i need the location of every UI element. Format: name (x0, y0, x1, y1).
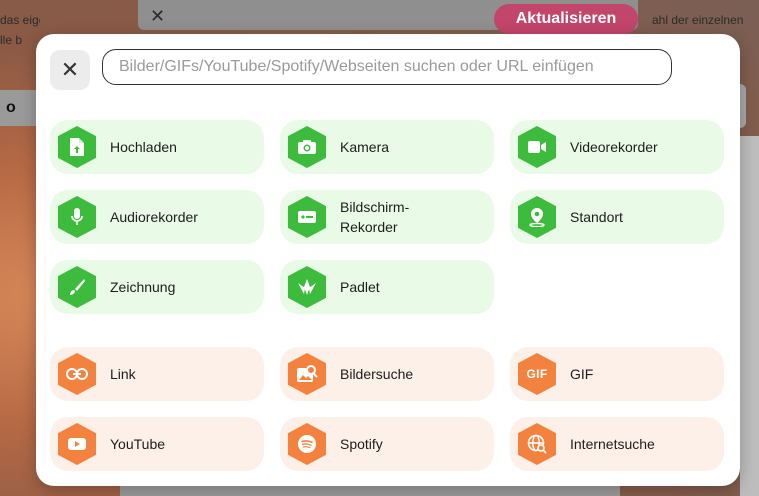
video-camera-icon (518, 126, 556, 168)
option-label: Audiorekorder (110, 209, 198, 225)
option-label: Link (110, 366, 136, 382)
option-label: YouTube (110, 436, 166, 452)
option-spotify[interactable]: Spotify (280, 417, 494, 471)
option-label: Bildschirm- Rekorder (340, 199, 410, 235)
option-image-search[interactable]: Bildersuche (280, 347, 494, 401)
option-upload[interactable]: Hochladen (50, 120, 264, 174)
option-gif[interactable]: GIF GIF (510, 347, 724, 401)
microphone-icon (58, 196, 96, 238)
option-label: Kamera (340, 139, 390, 155)
option-web-search[interactable]: Internetsuche (510, 417, 724, 471)
option-label: Hochladen (110, 139, 177, 155)
option-label: Spotify (340, 436, 383, 452)
screen-recorder-icon (288, 196, 326, 238)
upload-file-icon (58, 126, 96, 168)
location-pin-icon (518, 196, 556, 238)
background-scrollbar (740, 136, 759, 496)
option-location[interactable]: Standort (510, 190, 724, 244)
option-label: Bildersuche (340, 366, 414, 382)
option-label: Padlet (340, 279, 380, 295)
option-audio-recorder[interactable]: Audiorekorder (50, 190, 264, 244)
option-camera[interactable]: Kamera (280, 120, 494, 174)
update-button: Aktualisieren (494, 4, 638, 34)
option-youtube[interactable]: YouTube (50, 417, 264, 471)
background-left-text: das eigene Prakti lle b (0, 13, 40, 47)
spotify-icon (288, 423, 326, 465)
option-label: Standort (570, 209, 623, 225)
option-link[interactable]: Link (50, 347, 264, 401)
camera-icon (288, 126, 326, 168)
option-video-recorder[interactable]: Videorekorder (510, 120, 724, 174)
search-input[interactable] (102, 49, 672, 85)
option-label: Videorekorder (570, 139, 658, 155)
gif-icon-text: GIF (526, 367, 548, 381)
gif-icon: GIF (518, 353, 556, 395)
option-label: Zeichnung (110, 279, 176, 295)
option-drawing[interactable]: Zeichnung (50, 260, 264, 314)
web-search-icon (518, 423, 556, 465)
brush-icon (58, 266, 96, 308)
image-search-icon (288, 353, 326, 395)
link-icon (58, 353, 96, 395)
close-icon: ✕ (60, 57, 80, 82)
option-screen-recorder[interactable]: Bildschirm- Rekorder (280, 190, 494, 244)
background-left-field: o (0, 90, 36, 126)
option-label: GIF (570, 366, 594, 382)
close-button[interactable]: ✕ (50, 50, 90, 90)
option-label: Internetsuche (570, 436, 655, 452)
youtube-icon (58, 423, 96, 465)
background-close-icon: ✕ (150, 6, 166, 26)
attachment-picker-dialog: ✕ Hochladen Kamera Videorekorder Audiore… (36, 34, 740, 486)
option-padlet[interactable]: Padlet (280, 260, 494, 314)
padlet-icon (288, 266, 326, 308)
